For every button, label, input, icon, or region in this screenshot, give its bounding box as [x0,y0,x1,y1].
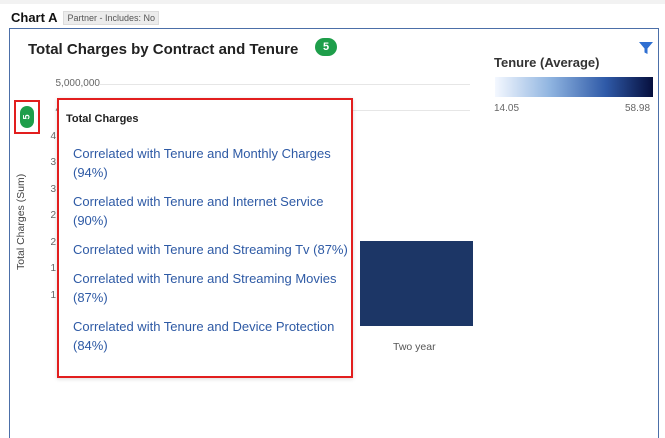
y-tick-label: 4 [50,131,56,142]
y-tick-label: 5,000,000 [55,78,101,89]
y-tick-label: 1 [50,263,56,274]
chart-header: Chart A Partner - Includes: No [11,10,160,25]
legend-color-scale [495,77,653,97]
legend-max-label: 58.98 [625,103,651,114]
card-title: Total Charges by Contract and Tenure [28,41,299,58]
tooltip-heading: Total Charges [66,113,139,125]
correlation-link[interactable]: Correlated with Tenure and Monthly Charg… [73,144,349,182]
correlation-link[interactable]: Correlated with Tenure and Streaming Mov… [73,269,349,307]
y-tick-label: 3 [50,184,56,195]
chart-name: Chart A [11,10,58,25]
gridline [100,84,470,85]
tooltip-list: Correlated with Tenure and Monthly Charg… [73,144,349,365]
y-tick-label: 3 [50,157,56,168]
x-tick-label: Two year [393,341,436,353]
bar-two-year[interactable] [360,241,473,326]
correlation-link[interactable]: Correlated with Tenure and Device Protec… [73,317,349,355]
legend-min-label: 14.05 [494,103,520,114]
y-axis-title: Total Charges (Sum) [15,173,27,270]
correlation-link[interactable]: Correlated with Tenure and Internet Serv… [73,192,349,230]
side-insight-badge[interactable]: 5 [20,106,34,128]
partner-filter-tag[interactable]: Partner - Includes: No [63,10,160,25]
y-tick-label: 2 [50,237,56,248]
correlation-tooltip: Total Charges Correlated with Tenure and… [57,98,353,378]
side-badge-highlight: 5 [14,100,40,134]
y-tick-label: 2 [50,210,56,221]
top-strip [0,0,665,4]
y-tick-label: 1 [50,290,56,301]
filter-icon[interactable] [638,40,654,56]
legend-title: Tenure (Average) [494,55,600,70]
insight-count-badge[interactable]: 5 [315,38,337,56]
correlation-link[interactable]: Correlated with Tenure and Streaming Tv … [73,240,349,259]
